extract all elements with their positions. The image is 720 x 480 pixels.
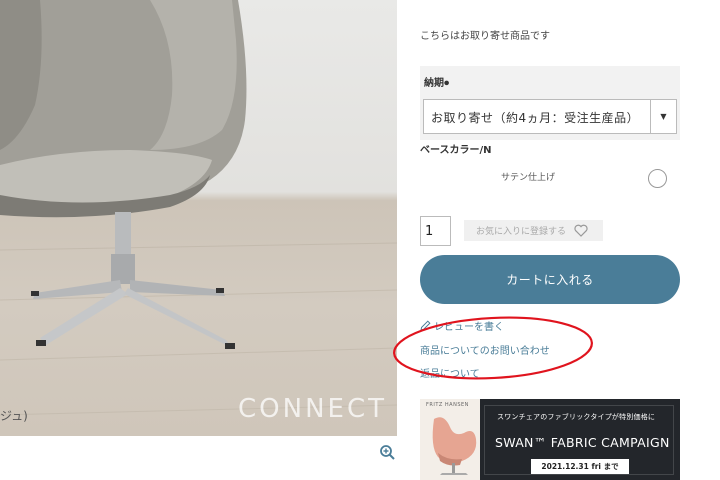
zoom-icon[interactable] — [379, 444, 397, 462]
banner-title: SWAN™ FABRIC CAMPAIGN — [495, 435, 670, 450]
write-review-link[interactable]: レビューを書く — [420, 318, 504, 333]
add-to-favorites-button[interactable]: お気に入りに登録する — [464, 220, 603, 241]
delivery-label: 納期● — [424, 74, 449, 89]
banner-date-box: 2021.12.31 fri まで — [531, 459, 629, 474]
product-inquiry-link[interactable]: 商品についてのお問い合わせ — [420, 342, 550, 357]
satin-option-radio[interactable] — [648, 169, 667, 188]
delivery-select[interactable]: お取り寄せ（約4ヵ月：受注生産品） ▼ — [423, 99, 677, 134]
swan-chair-thumbnail — [432, 417, 477, 475]
photo-caption: ジュ) — [0, 409, 28, 423]
delivery-option-group: 納期● お取り寄せ（約4ヵ月：受注生産品） ▼ — [420, 66, 680, 140]
banner-date: 2021.12.31 fri まで — [541, 462, 619, 471]
swan-chair-photo — [0, 0, 397, 416]
returns-info-link[interactable]: 返品について — [420, 365, 480, 380]
quantity-input[interactable] — [420, 216, 451, 246]
favorite-label: お気に入りに登録する — [476, 227, 567, 237]
pencil-icon — [420, 320, 431, 331]
banner-subtitle: スワンチェアのファブリックタイプが特別価格に — [497, 413, 656, 421]
base-color-label: ベースカラー/N — [420, 145, 492, 156]
product-image[interactable]: CONNECT ジュ) — [0, 0, 397, 436]
campaign-banner[interactable]: FRITZ HANSEN スワンチェアのファブリックタイプが特別価格に SWAN… — [420, 399, 680, 480]
cart-button-label: カートに入れる — [506, 273, 594, 287]
required-mark: ● — [444, 79, 450, 87]
caret-down-icon[interactable]: ▼ — [650, 100, 676, 133]
delivery-select-value: お取り寄せ（約4ヵ月：受注生産品） — [431, 111, 640, 125]
write-review-label: レビューを書く — [434, 322, 504, 333]
add-to-cart-button[interactable]: カートに入れる — [420, 255, 680, 304]
photo-watermark: CONNECT — [238, 394, 387, 424]
heart-icon — [574, 224, 588, 237]
satin-option-label: サテン仕上げ — [501, 173, 556, 183]
banner-brand: FRITZ HANSEN — [426, 402, 469, 408]
order-note: こちらはお取り寄せ商品です — [420, 31, 550, 42]
delivery-label-text: 納期 — [424, 78, 444, 89]
